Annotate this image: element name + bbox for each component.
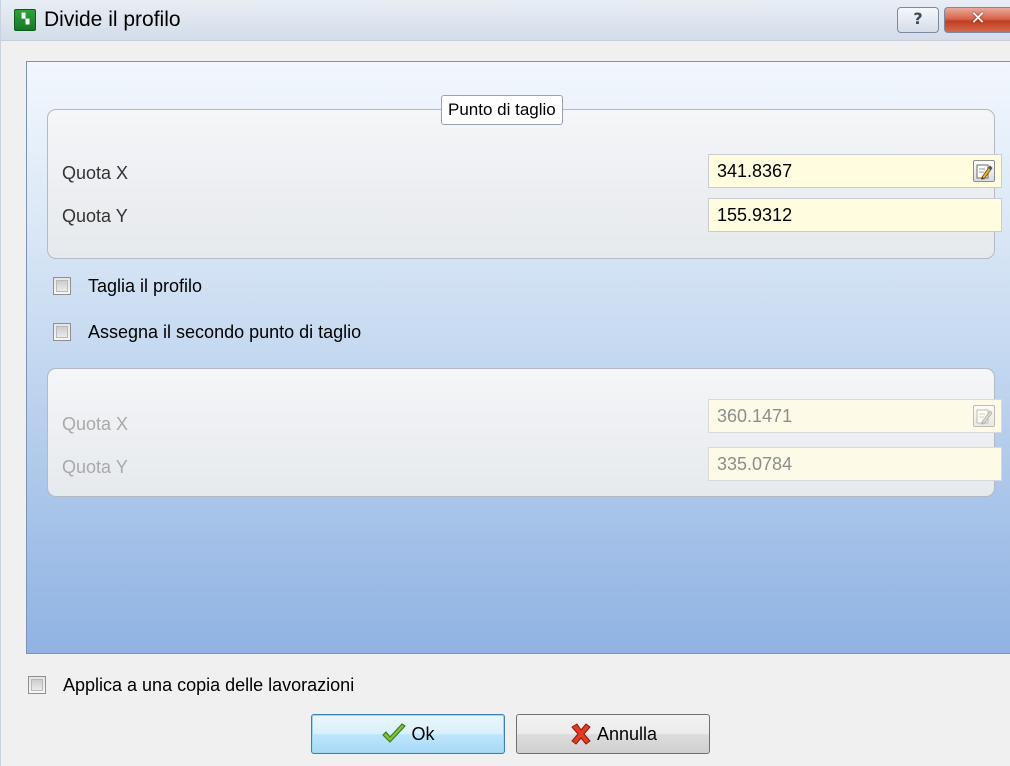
secondo-punto-option[interactable]: Assegna il secondo punto di taglio <box>53 321 553 343</box>
applica-copia-label: Applica a una copia delle lavorazioni <box>63 675 355 695</box>
quota-y-label: Quota Y <box>62 206 128 226</box>
quota-x-2-label: Quota X <box>62 414 129 434</box>
quota-y-2-value: 335.0784 <box>717 454 793 474</box>
close-button[interactable]: ✕ <box>944 7 1010 33</box>
secondo-punto-label: Assegna il secondo punto di taglio <box>88 322 362 342</box>
group-secondo-punto: Quota X 360.1471 Quota Y 335.0784 <box>47 368 1002 497</box>
secondo-punto-checkbox[interactable] <box>53 323 71 341</box>
taglia-profilo-option[interactable]: Taglia il profilo <box>53 275 453 297</box>
edit-pencil-icon <box>973 405 995 427</box>
group-legend-punto-di-taglio: Punto di taglio <box>441 95 563 125</box>
help-button[interactable]: ? <box>897 7 939 33</box>
edit-pencil-icon[interactable] <box>973 160 995 182</box>
applica-copia-checkbox[interactable] <box>28 676 46 694</box>
cancel-button[interactable]: Annulla <box>516 714 710 754</box>
quota-y-value: 155.9312 <box>717 205 793 225</box>
ok-label: Ok <box>411 723 435 744</box>
app-logo-icon: ▚ <box>14 9 36 31</box>
quota-y-2-input: 335.0784 <box>708 447 1002 481</box>
title-bar[interactable]: ▚ Divide il profilo ? ✕ <box>1 0 1010 41</box>
ok-button[interactable]: Ok <box>311 714 505 754</box>
check-icon <box>382 723 407 743</box>
window-title: Divide il profilo <box>44 8 181 31</box>
quota-y-2-label: Quota Y <box>62 457 128 477</box>
quota-x-2-input: 360.1471 <box>708 399 1002 433</box>
dialog-window: ▚ Divide il profilo ? ✕ Punto di taglio … <box>0 0 1010 766</box>
quota-x-value: 341.8367 <box>717 161 793 181</box>
content-panel: Punto di taglio Quota X 341.8367 Quota Y <box>26 61 1010 654</box>
group-punto-di-taglio: Quota X 341.8367 Quota Y 155.9312 <box>47 109 1002 259</box>
quota-x-2-value: 360.1471 <box>717 406 793 426</box>
taglia-profilo-checkbox[interactable] <box>53 277 71 295</box>
taglia-profilo-label: Taglia il profilo <box>88 276 203 296</box>
quota-x-input[interactable]: 341.8367 <box>708 154 1002 188</box>
red-x-icon <box>571 723 591 745</box>
quota-x-label: Quota X <box>62 163 129 183</box>
quota-y-input[interactable]: 155.9312 <box>708 198 1002 232</box>
applica-copia-option[interactable]: Applica a una copia delle lavorazioni <box>28 674 528 696</box>
cancel-label: Annulla <box>596 723 658 744</box>
